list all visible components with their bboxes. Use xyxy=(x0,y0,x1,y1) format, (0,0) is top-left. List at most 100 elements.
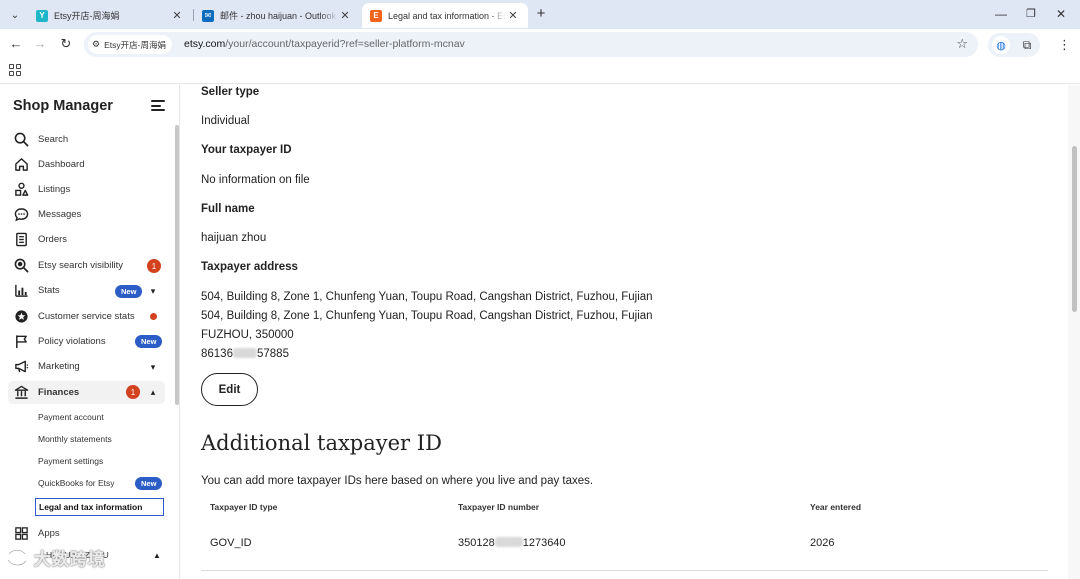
address-line-2: 504, Building 8, Zone 1, Chunfeng Yuan, … xyxy=(201,310,653,322)
chevron-up-icon[interactable]: ▴ xyxy=(147,386,159,398)
close-tab-icon[interactable]: ✕ xyxy=(170,9,184,22)
site-settings-icon: ⚙ xyxy=(92,39,101,49)
taxpayer-id-table: Taxpayer ID type Taxpayer ID number Year… xyxy=(201,497,1048,571)
chevron-down-icon[interactable]: ▾ xyxy=(147,285,159,297)
sidebar-item-label: Dashboard xyxy=(38,159,85,170)
close-tab-icon[interactable]: ✕ xyxy=(338,9,352,22)
sidebar-item-search-visibility[interactable]: Etsy search visibility xyxy=(8,254,165,277)
browser-tab-etsy-shop[interactable]: Y Etsy开店-周海娟 ✕ xyxy=(28,3,192,28)
bookmarks-bar xyxy=(0,59,1080,84)
seller-type-value: Individual xyxy=(201,115,250,127)
sidebar-item-messages[interactable]: Messages xyxy=(8,203,165,226)
watermark-text: 大数跨境 xyxy=(33,550,106,569)
close-window-icon[interactable]: ✕ xyxy=(1052,6,1070,22)
new-tab-plus-icon[interactable]: + xyxy=(533,6,549,22)
etsy-favicon-icon: E xyxy=(370,9,382,22)
browser-tab-legal-tax[interactable]: E Legal and tax information - Etsy ✕ xyxy=(362,3,528,28)
sidebar-item-listings[interactable]: Listings xyxy=(8,178,165,201)
sidebar-item-apps[interactable]: Apps xyxy=(8,522,165,545)
browser-toolbar: ← → ↻ ⚙ Etsy开店-周海娟 etsy.com/your/account… xyxy=(0,29,1080,59)
home-icon xyxy=(13,157,29,173)
sidebar-item-label: Search xyxy=(38,134,69,145)
column-header-id-type: Taxpayer ID type xyxy=(210,502,278,512)
tab-title: Legal and tax information - Etsy xyxy=(388,10,506,21)
taxpayer-id-value: No information on file xyxy=(201,174,310,186)
sidebar-scrollbar[interactable] xyxy=(175,125,179,405)
watermark-logo: 大数跨境 xyxy=(6,545,106,570)
seller-type-label: Seller type xyxy=(201,86,260,98)
sidebar-item-orders[interactable]: Orders xyxy=(8,228,165,251)
sidebar-item-label: Listings xyxy=(38,184,71,195)
url-text[interactable]: etsy.com/your/account/taxpayerid?ref=sel… xyxy=(184,38,465,50)
sidebar-item-marketing[interactable]: Marketing xyxy=(8,355,165,378)
redacted-blur xyxy=(232,348,257,358)
sidebar-item-label: Orders xyxy=(38,234,68,245)
apps-grid-icon[interactable] xyxy=(9,64,21,76)
column-header-id-number: Taxpayer ID number xyxy=(458,502,540,512)
reload-icon[interactable]: ↻ xyxy=(58,36,74,52)
additional-taxpayer-id-description: You can add more taxpayer IDs here based… xyxy=(201,475,594,487)
new-badge: New xyxy=(135,335,163,348)
taxpayer-id-label: Your taxpayer ID xyxy=(201,144,292,156)
listings-icon xyxy=(13,182,29,198)
full-name-value: haijuan zhou xyxy=(201,232,267,244)
site-chip-label: Etsy开店-周海娟 xyxy=(104,39,166,50)
cell-year-entered: 2026 xyxy=(810,537,835,549)
bookmark-star-icon[interactable]: ☆ xyxy=(956,36,968,52)
back-arrow-icon[interactable]: ← xyxy=(8,36,24,52)
extensions-puzzle-icon[interactable]: ⧉ xyxy=(1018,36,1036,54)
phone-prefix: 86136 xyxy=(201,348,233,360)
sidebar-item-finances[interactable]: Finances xyxy=(8,381,165,404)
new-badge: New xyxy=(115,285,143,298)
phone-number: 86136 57885 xyxy=(201,348,289,360)
tab-search-chevron-icon[interactable]: ⌄ xyxy=(6,6,24,24)
outlook-favicon-icon: ✉ xyxy=(202,9,214,22)
additional-taxpayer-id-title: Additional taxpayer ID xyxy=(201,431,442,455)
url-host: etsy.com xyxy=(184,38,226,50)
caret-up-icon[interactable]: ▲ xyxy=(153,551,161,560)
browser-menu-kebab-icon[interactable]: ⋮ xyxy=(1058,36,1071,54)
tab-title: 邮件 - zhou haijuan - Outlook xyxy=(220,11,337,21)
site-info-chip[interactable]: ⚙ Etsy开店-周海娟 xyxy=(88,35,172,54)
alert-dot xyxy=(150,313,157,320)
sidebar-subitem-quickbooks[interactable]: QuickBooks for Etsy xyxy=(35,474,118,492)
sidebar-item-label: Messages xyxy=(38,209,82,220)
sidebar-subitem-legal-tax-information[interactable]: Legal and tax information xyxy=(35,498,164,516)
phone-suffix: 57885 xyxy=(256,348,289,360)
chevron-down-icon[interactable]: ▾ xyxy=(147,361,159,373)
close-tab-icon[interactable]: ✕ xyxy=(506,9,520,22)
shop-manager-sidebar: Shop Manager Search Dashboard Listings M… xyxy=(0,85,180,579)
address-bar[interactable]: ⚙ Etsy开店-周海娟 etsy.com/your/account/taxpa… xyxy=(84,32,978,57)
sidebar-item-label: Apps xyxy=(38,528,60,539)
tab-title: Etsy开店-周海娟 xyxy=(54,11,120,21)
new-badge: New xyxy=(135,477,163,490)
sidebar-item-label: Policy violations xyxy=(38,336,106,347)
edit-button[interactable]: Edit xyxy=(201,373,258,406)
browser-tab-strip: ⌄ Y Etsy开店-周海娟 ✕ ✉ 邮件 - zhou haijuan - O… xyxy=(0,0,1080,29)
browser-tab-outlook[interactable]: ✉ 邮件 - zhou haijuan - Outlook ✕ xyxy=(194,3,360,28)
sidebar-item-label: Finances xyxy=(38,387,80,398)
sidebar-item-customer-service-stats[interactable]: Customer service stats xyxy=(8,305,165,328)
main-content: Seller type Individual Your taxpayer ID … xyxy=(181,85,1068,579)
minimize-window-icon[interactable]: — xyxy=(992,6,1010,22)
column-header-year-entered: Year entered xyxy=(810,502,862,512)
customer-service-icon xyxy=(13,309,29,325)
hamburger-menu-icon[interactable] xyxy=(151,100,165,111)
page-scrollbar-thumb[interactable] xyxy=(1072,146,1077,312)
sidebar-subitem-payment-account[interactable]: Payment account xyxy=(35,408,107,426)
sidebar-item-label: Customer service stats xyxy=(38,311,135,322)
restore-window-icon[interactable]: ❐ xyxy=(1022,6,1040,22)
translate-globe-icon[interactable]: ◍ xyxy=(992,36,1010,54)
flag-icon xyxy=(13,334,29,350)
sidebar-subitem-payment-settings[interactable]: Payment settings xyxy=(35,452,106,470)
sidebar-item-search[interactable]: Search xyxy=(8,128,165,151)
url-path: /your/account/taxpayerid?ref=seller-plat… xyxy=(225,38,465,50)
notification-count-badge: 1 xyxy=(126,385,140,399)
forward-arrow-icon[interactable]: → xyxy=(32,36,48,52)
sidebar-item-dashboard[interactable]: Dashboard xyxy=(8,153,165,176)
shop-manager-title: Shop Manager xyxy=(13,98,113,114)
redacted-blur xyxy=(494,537,523,547)
sidebar-subitem-monthly-statements[interactable]: Monthly statements xyxy=(35,430,115,448)
search-visibility-icon xyxy=(13,258,29,274)
bank-icon xyxy=(13,385,29,401)
